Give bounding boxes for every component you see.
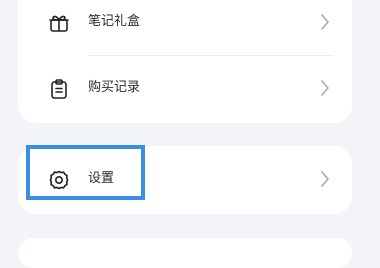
chevron-right-icon — [320, 79, 330, 97]
menu-item-label: 设置 — [88, 171, 115, 186]
gift-box-icon — [48, 12, 70, 34]
menu-item-label: 购买记录 — [88, 80, 141, 95]
menu-item-settings[interactable]: 设置 — [18, 147, 352, 213]
clipboard-record-icon — [48, 78, 70, 100]
menu-item-purchase-history[interactable]: 购买记录 — [18, 56, 352, 122]
menu-card-settings: 设置 — [18, 146, 352, 214]
menu-item-note-gift-box[interactable]: 笔记礼盒 — [18, 0, 352, 56]
menu-item-label: 笔记礼盒 — [88, 14, 141, 29]
menu-card-partial — [18, 238, 352, 268]
chevron-right-icon — [320, 13, 330, 31]
gear-icon — [48, 169, 70, 191]
chevron-right-icon — [320, 170, 330, 188]
menu-card-primary: 笔记礼盒 购买记录 — [18, 0, 352, 123]
